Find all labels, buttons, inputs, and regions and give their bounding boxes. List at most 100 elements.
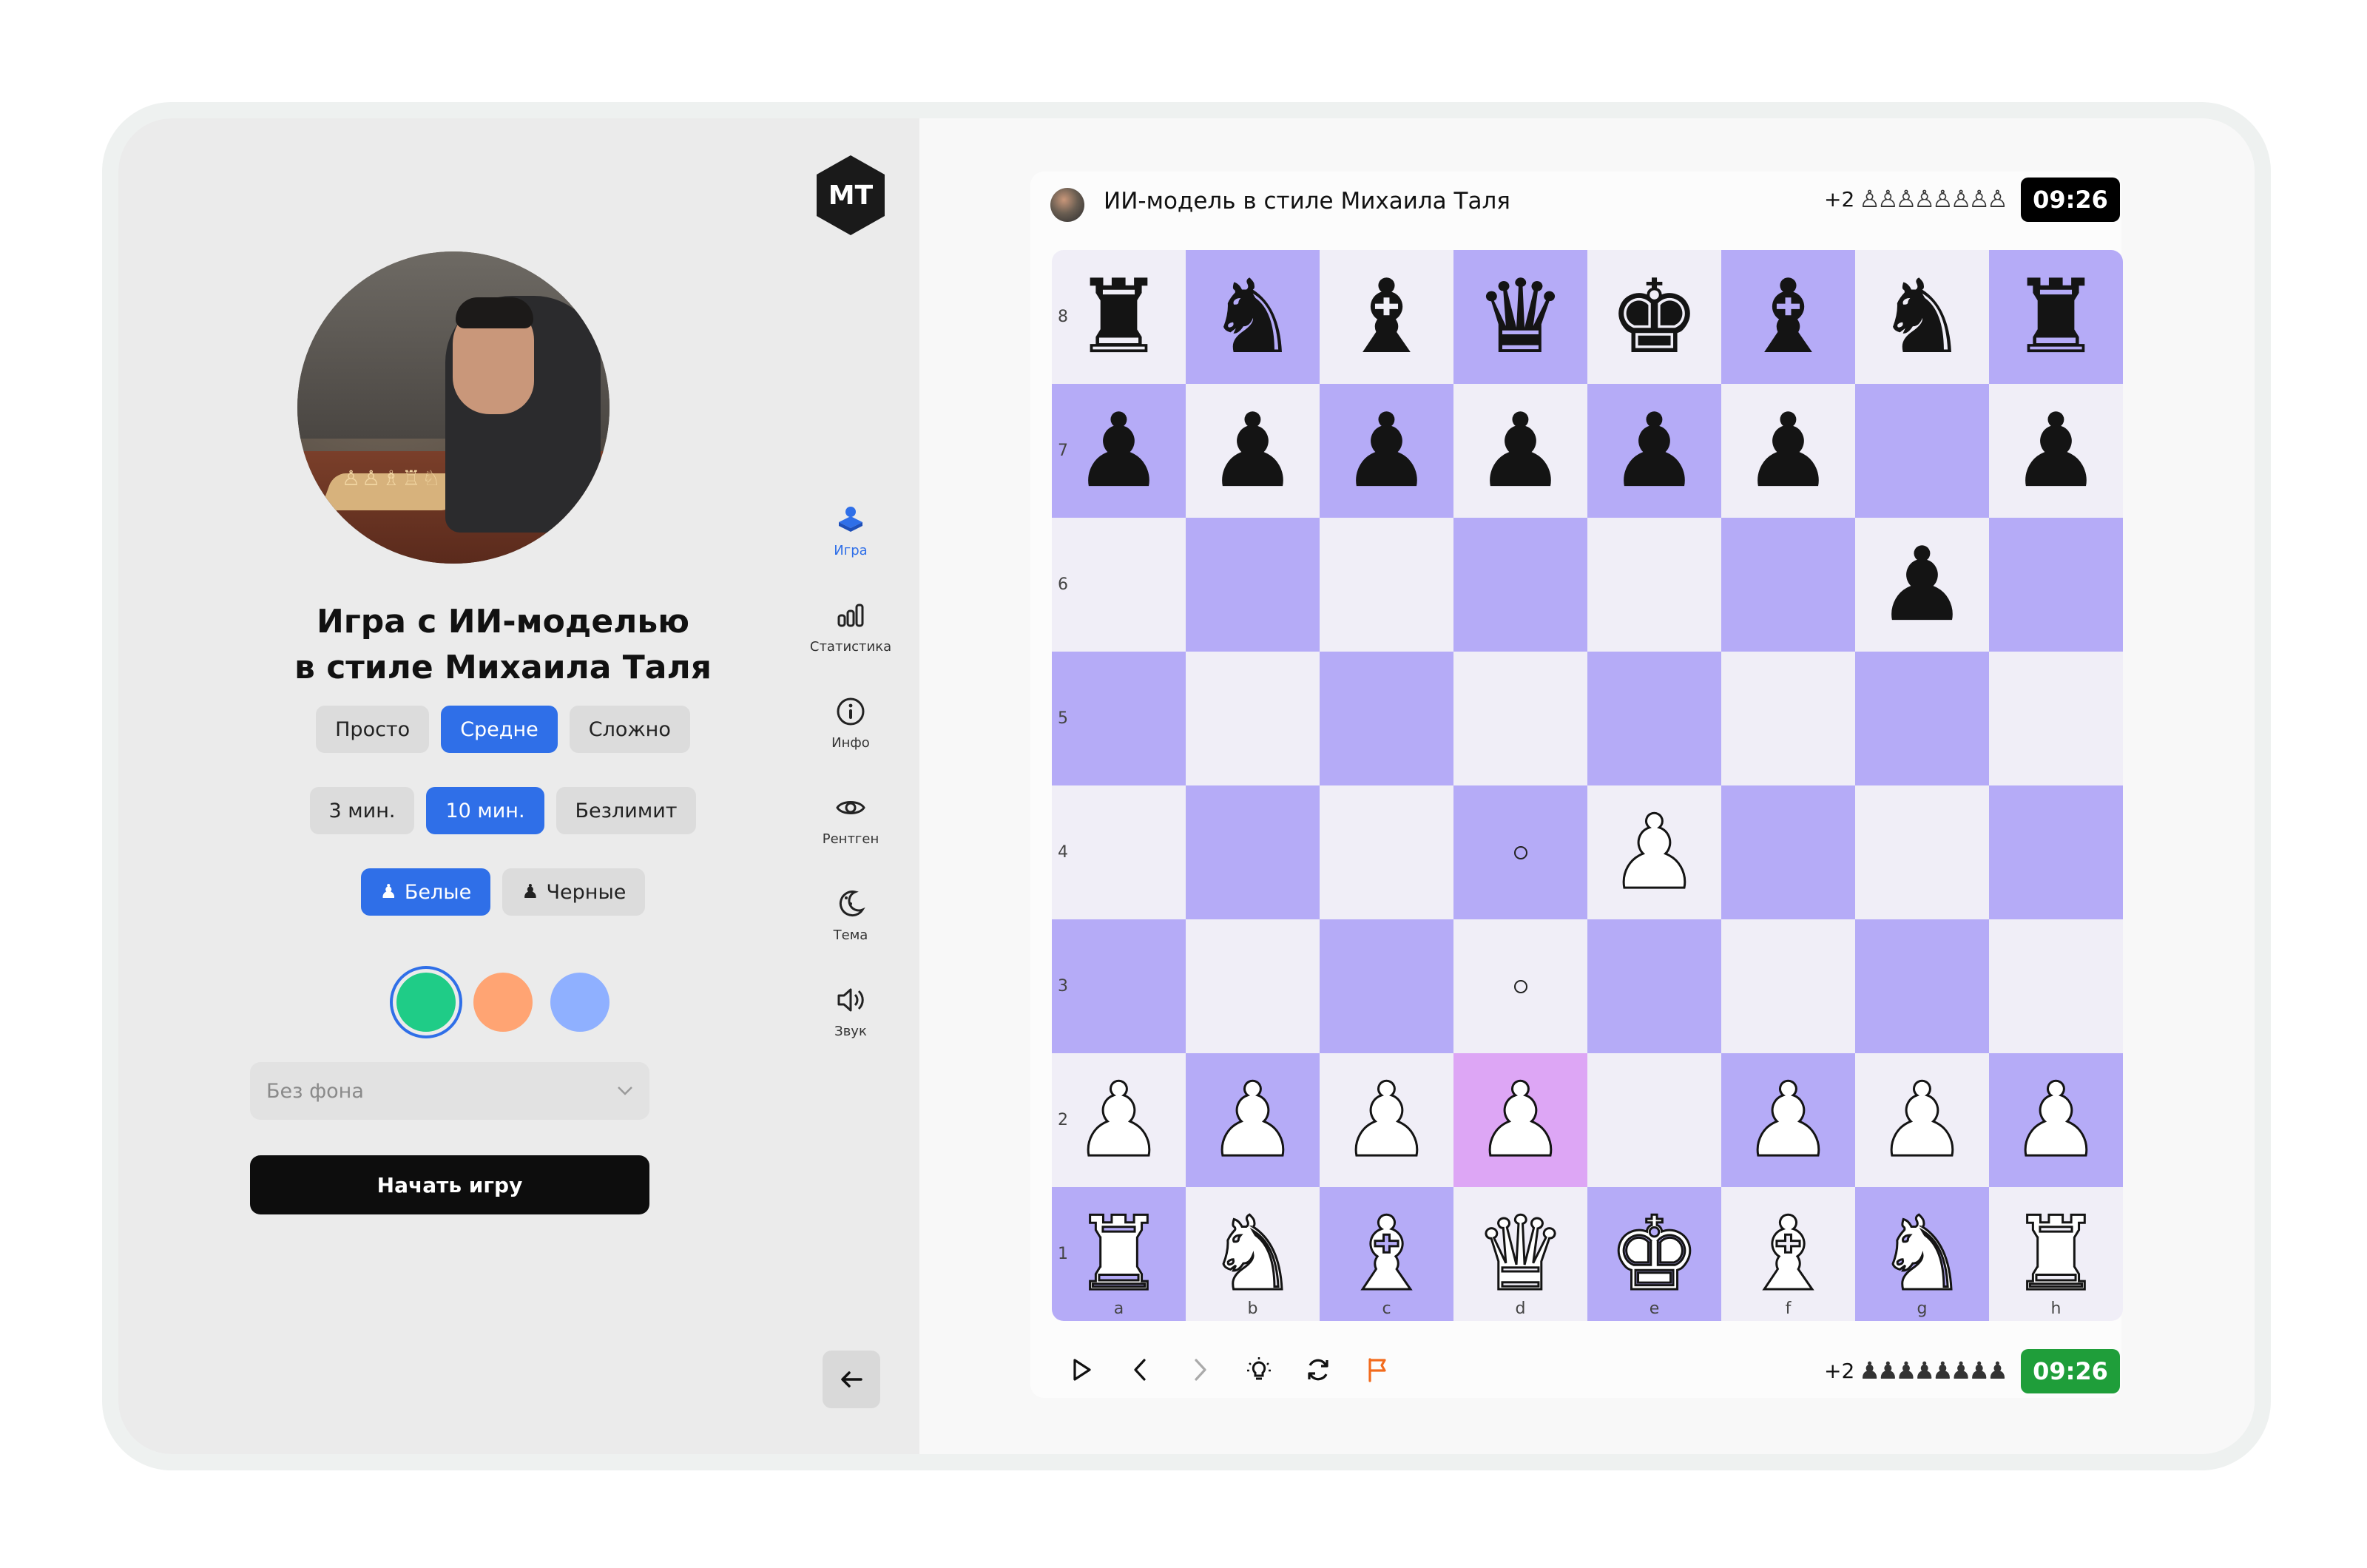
square-h6[interactable] — [1989, 518, 2123, 652]
square-d1[interactable]: ♛ d — [1453, 1187, 1587, 1321]
difficulty-option[interactable]: Просто — [316, 706, 430, 753]
black-knight[interactable]: ♞ — [1207, 266, 1299, 368]
square-b3[interactable] — [1186, 919, 1320, 1053]
nav-item[interactable]: Статистика — [806, 599, 895, 655]
square-c4[interactable] — [1320, 785, 1453, 919]
nav-item[interactable]: Игра — [806, 503, 895, 558]
white-bishop[interactable]: ♝ — [1741, 1202, 1835, 1306]
white-pawn[interactable]: ♟ — [1072, 1068, 1166, 1172]
square-e2[interactable] — [1587, 1053, 1721, 1187]
time-control-option[interactable]: 10 мин. — [426, 787, 544, 834]
square-c7[interactable]: ♟ — [1320, 384, 1453, 518]
square-f5[interactable] — [1721, 652, 1855, 785]
black-bishop[interactable]: ♝ — [1743, 266, 1834, 368]
square-d2[interactable]: ♟ — [1453, 1053, 1587, 1187]
black-king[interactable]: ♚ — [1609, 266, 1701, 368]
flip-button[interactable] — [1289, 1342, 1348, 1401]
square-g5[interactable] — [1855, 652, 1989, 785]
white-pawn[interactable]: ♟ — [1875, 1068, 1969, 1172]
square-a6[interactable]: 6 — [1052, 518, 1186, 652]
square-d7[interactable]: ♟ — [1453, 384, 1587, 518]
square-h5[interactable] — [1989, 652, 2123, 785]
square-a8[interactable]: ♜ 8 — [1052, 250, 1186, 384]
square-a2[interactable]: ♟ 2 — [1052, 1053, 1186, 1187]
move-hint-dot[interactable] — [1513, 979, 1527, 993]
board-color-swatch[interactable] — [473, 973, 533, 1032]
black-pawn[interactable]: ♟ — [2010, 399, 2102, 502]
square-a4[interactable]: 4 — [1052, 785, 1186, 919]
white-pawn[interactable]: ♟ — [1340, 1068, 1434, 1172]
white-bishop[interactable]: ♝ — [1340, 1202, 1434, 1306]
square-d5[interactable] — [1453, 652, 1587, 785]
black-rook[interactable]: ♜ — [2010, 266, 2102, 368]
square-b2[interactable]: ♟ — [1186, 1053, 1320, 1187]
black-knight[interactable]: ♞ — [1877, 266, 1968, 368]
square-a1[interactable]: ♜ 1 a — [1052, 1187, 1186, 1321]
square-h4[interactable] — [1989, 785, 2123, 919]
white-king[interactable]: ♚ — [1607, 1202, 1701, 1306]
square-f2[interactable]: ♟ — [1721, 1053, 1855, 1187]
square-h2[interactable]: ♟ — [1989, 1053, 2123, 1187]
white-rook[interactable]: ♜ — [1072, 1202, 1166, 1306]
start-game-button[interactable]: Начать игру — [250, 1155, 649, 1214]
square-g6[interactable]: ♟ — [1855, 518, 1989, 652]
square-g1[interactable]: ♞ g — [1855, 1187, 1989, 1321]
black-pawn[interactable]: ♟ — [1877, 533, 1968, 636]
resign-flag-button[interactable] — [1348, 1342, 1407, 1401]
square-h3[interactable] — [1989, 919, 2123, 1053]
square-e7[interactable]: ♟ — [1587, 384, 1721, 518]
black-rook[interactable]: ♜ — [1073, 266, 1165, 368]
white-pawn[interactable]: ♟ — [2009, 1068, 2103, 1172]
next-button[interactable] — [1170, 1342, 1229, 1401]
square-c8[interactable]: ♝ — [1320, 250, 1453, 384]
square-e8[interactable]: ♚ — [1587, 250, 1721, 384]
time-control-option[interactable]: Безлимит — [556, 787, 697, 834]
square-c3[interactable] — [1320, 919, 1453, 1053]
square-d8[interactable]: ♛ — [1453, 250, 1587, 384]
square-b1[interactable]: ♞ b — [1186, 1187, 1320, 1321]
square-f8[interactable]: ♝ — [1721, 250, 1855, 384]
square-e4[interactable]: ♟ — [1587, 785, 1721, 919]
black-pawn[interactable]: ♟ — [1743, 399, 1834, 502]
difficulty-option[interactable]: Средне — [441, 706, 558, 753]
square-a5[interactable]: 5 — [1052, 652, 1186, 785]
square-h8[interactable]: ♜ — [1989, 250, 2123, 384]
square-a3[interactable]: 3 — [1052, 919, 1186, 1053]
square-d4[interactable] — [1453, 785, 1587, 919]
move-hint-dot[interactable] — [1513, 845, 1527, 859]
back-button[interactable] — [823, 1351, 880, 1408]
background-select[interactable]: Без фона — [250, 1062, 649, 1120]
square-b5[interactable] — [1186, 652, 1320, 785]
square-h7[interactable]: ♟ — [1989, 384, 2123, 518]
square-e3[interactable] — [1587, 919, 1721, 1053]
side-option[interactable]: ♟ Белые — [360, 868, 491, 916]
prev-button[interactable] — [1111, 1342, 1170, 1401]
square-f6[interactable] — [1721, 518, 1855, 652]
square-e6[interactable] — [1587, 518, 1721, 652]
white-pawn[interactable]: ♟ — [1741, 1068, 1835, 1172]
square-g4[interactable] — [1855, 785, 1989, 919]
black-pawn[interactable]: ♟ — [1341, 399, 1433, 502]
chess-board[interactable]: ♜ 8 ♞ ♝ ♛ ♚ ♝ ♞ ♜ ♟ 7 ♟ ♟ ♟ ♟ ♟ ♟ 6 ♟ 5 4 ♟ 3 ♟ 2 ♟ ♟ ♟ ♟ ♟ ♟ ♜ 1 a ♞ b ♝ c ♛ d… — [1052, 250, 2123, 1321]
play-button[interactable] — [1052, 1342, 1111, 1401]
white-knight[interactable]: ♞ — [1875, 1202, 1969, 1306]
square-f7[interactable]: ♟ — [1721, 384, 1855, 518]
white-pawn[interactable]: ♟ — [1473, 1068, 1567, 1172]
square-b6[interactable] — [1186, 518, 1320, 652]
square-d3[interactable] — [1453, 919, 1587, 1053]
black-pawn[interactable]: ♟ — [1207, 399, 1299, 502]
nav-item[interactable]: Инфо — [806, 695, 895, 751]
square-c1[interactable]: ♝ c — [1320, 1187, 1453, 1321]
board-color-swatch[interactable] — [550, 973, 610, 1032]
square-g8[interactable]: ♞ — [1855, 250, 1989, 384]
square-g3[interactable] — [1855, 919, 1989, 1053]
black-queen[interactable]: ♛ — [1475, 266, 1567, 368]
white-pawn[interactable]: ♟ — [1206, 1068, 1300, 1172]
black-pawn[interactable]: ♟ — [1475, 399, 1567, 502]
square-c2[interactable]: ♟ — [1320, 1053, 1453, 1187]
square-g7[interactable] — [1855, 384, 1989, 518]
side-option[interactable]: ♟ Черные — [502, 868, 646, 916]
time-control-option[interactable]: 3 мин. — [309, 787, 415, 834]
square-f1[interactable]: ♝ f — [1721, 1187, 1855, 1321]
difficulty-option[interactable]: Сложно — [569, 706, 690, 753]
